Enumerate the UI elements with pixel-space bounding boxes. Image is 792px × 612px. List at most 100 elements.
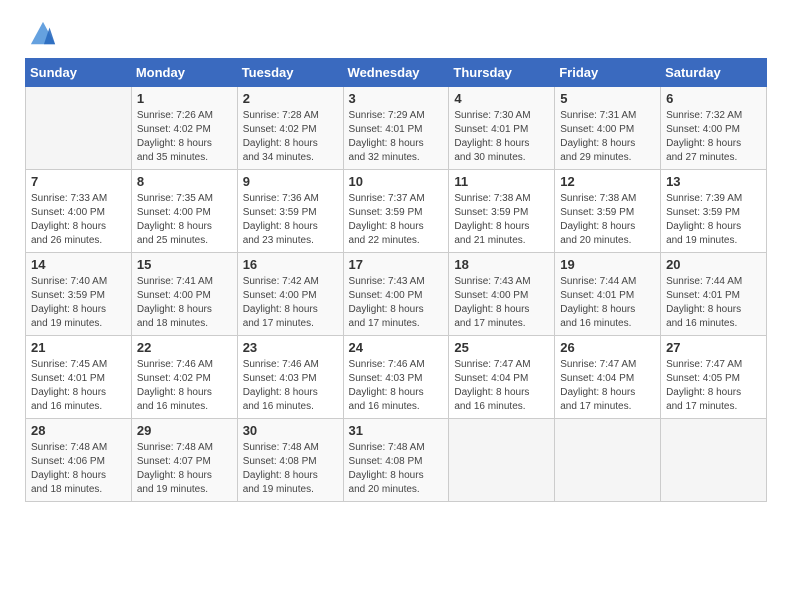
calendar-cell [449,419,555,502]
day-number: 14 [31,257,126,272]
cell-content: Sunrise: 7:47 AM Sunset: 4:04 PM Dayligh… [454,358,549,414]
cell-content: Sunrise: 7:47 AM Sunset: 4:04 PM Dayligh… [560,358,655,414]
cell-content: Sunrise: 7:35 AM Sunset: 4:00 PM Dayligh… [137,192,232,248]
logo [25,20,57,48]
calendar-cell: 4 Sunrise: 7:30 AM Sunset: 4:01 PM Daylig… [449,87,555,170]
header-row: SundayMondayTuesdayWednesdayThursdayFrid… [26,59,767,87]
calendar-cell: 12 Sunrise: 7:38 AM Sunset: 3:59 PM Dayli… [555,170,661,253]
cell-content: Sunrise: 7:45 AM Sunset: 4:01 PM Dayligh… [31,358,126,414]
day-number: 3 [349,91,444,106]
day-number: 19 [560,257,655,272]
day-number: 28 [31,423,126,438]
calendar-cell: 3 Sunrise: 7:29 AM Sunset: 4:01 PM Daylig… [343,87,449,170]
cell-content: Sunrise: 7:47 AM Sunset: 4:05 PM Dayligh… [666,358,761,414]
calendar-cell: 18 Sunrise: 7:43 AM Sunset: 4:00 PM Dayli… [449,253,555,336]
day-number: 4 [454,91,549,106]
cell-content: Sunrise: 7:48 AM Sunset: 4:08 PM Dayligh… [349,441,444,497]
calendar-cell: 10 Sunrise: 7:37 AM Sunset: 3:59 PM Dayli… [343,170,449,253]
calendar-body: 1 Sunrise: 7:26 AM Sunset: 4:02 PM Daylig… [26,87,767,502]
day-number: 18 [454,257,549,272]
calendar-cell: 19 Sunrise: 7:44 AM Sunset: 4:01 PM Dayli… [555,253,661,336]
day-number: 7 [31,174,126,189]
cell-content: Sunrise: 7:32 AM Sunset: 4:00 PM Dayligh… [666,109,761,165]
day-number: 5 [560,91,655,106]
calendar-cell: 1 Sunrise: 7:26 AM Sunset: 4:02 PM Daylig… [131,87,237,170]
cell-content: Sunrise: 7:41 AM Sunset: 4:00 PM Dayligh… [137,275,232,331]
calendar-cell: 21Sunrise: 7:45 AM Sunset: 4:01 PM Dayli… [26,336,132,419]
calendar-cell: 13 Sunrise: 7:39 AM Sunset: 3:59 PM Dayli… [661,170,767,253]
calendar-week-5: 28 Sunrise: 7:48 AM Sunset: 4:06 PM Dayli… [26,419,767,502]
day-number: 15 [137,257,232,272]
calendar-week-2: 7 Sunrise: 7:33 AM Sunset: 4:00 PM Daylig… [26,170,767,253]
day-number: 8 [137,174,232,189]
cell-content: Sunrise: 7:37 AM Sunset: 3:59 PM Dayligh… [349,192,444,248]
cell-content: Sunrise: 7:46 AM Sunset: 4:03 PM Dayligh… [243,358,338,414]
day-number: 26 [560,340,655,355]
calendar-cell: 30 Sunrise: 7:48 AM Sunset: 4:08 PM Dayli… [237,419,343,502]
day-number: 1 [137,91,232,106]
calendar-week-4: 21Sunrise: 7:45 AM Sunset: 4:01 PM Dayli… [26,336,767,419]
header-day-wednesday: Wednesday [343,59,449,87]
calendar-cell: 29 Sunrise: 7:48 AM Sunset: 4:07 PM Dayli… [131,419,237,502]
cell-content: Sunrise: 7:48 AM Sunset: 4:08 PM Dayligh… [243,441,338,497]
day-number: 13 [666,174,761,189]
calendar-cell: 24 Sunrise: 7:46 AM Sunset: 4:03 PM Dayli… [343,336,449,419]
day-number: 27 [666,340,761,355]
cell-content: Sunrise: 7:44 AM Sunset: 4:01 PM Dayligh… [666,275,761,331]
cell-content: Sunrise: 7:48 AM Sunset: 4:06 PM Dayligh… [31,441,126,497]
day-number: 10 [349,174,444,189]
cell-content: Sunrise: 7:30 AM Sunset: 4:01 PM Dayligh… [454,109,549,165]
cell-content: Sunrise: 7:46 AM Sunset: 4:03 PM Dayligh… [349,358,444,414]
day-number: 11 [454,174,549,189]
calendar-header: SundayMondayTuesdayWednesdayThursdayFrid… [26,59,767,87]
cell-content: Sunrise: 7:33 AM Sunset: 4:00 PM Dayligh… [31,192,126,248]
cell-content: Sunrise: 7:38 AM Sunset: 3:59 PM Dayligh… [560,192,655,248]
calendar-cell: 27 Sunrise: 7:47 AM Sunset: 4:05 PM Dayli… [661,336,767,419]
day-number: 6 [666,91,761,106]
calendar-cell [26,87,132,170]
calendar-week-3: 14 Sunrise: 7:40 AM Sunset: 3:59 PM Dayli… [26,253,767,336]
header-day-friday: Friday [555,59,661,87]
day-number: 30 [243,423,338,438]
calendar-cell: 26 Sunrise: 7:47 AM Sunset: 4:04 PM Dayli… [555,336,661,419]
cell-content: Sunrise: 7:43 AM Sunset: 4:00 PM Dayligh… [454,275,549,331]
calendar-cell: 8 Sunrise: 7:35 AM Sunset: 4:00 PM Daylig… [131,170,237,253]
day-number: 17 [349,257,444,272]
calendar-cell: 23 Sunrise: 7:46 AM Sunset: 4:03 PM Dayli… [237,336,343,419]
cell-content: Sunrise: 7:44 AM Sunset: 4:01 PM Dayligh… [560,275,655,331]
calendar-week-1: 1 Sunrise: 7:26 AM Sunset: 4:02 PM Daylig… [26,87,767,170]
cell-content: Sunrise: 7:43 AM Sunset: 4:00 PM Dayligh… [349,275,444,331]
header-day-sunday: Sunday [26,59,132,87]
page-header [25,20,767,48]
calendar-cell: 20 Sunrise: 7:44 AM Sunset: 4:01 PM Dayli… [661,253,767,336]
calendar-cell: 7 Sunrise: 7:33 AM Sunset: 4:00 PM Daylig… [26,170,132,253]
header-day-tuesday: Tuesday [237,59,343,87]
cell-content: Sunrise: 7:40 AM Sunset: 3:59 PM Dayligh… [31,275,126,331]
day-number: 23 [243,340,338,355]
calendar-cell [661,419,767,502]
day-number: 16 [243,257,338,272]
cell-content: Sunrise: 7:28 AM Sunset: 4:02 PM Dayligh… [243,109,338,165]
cell-content: Sunrise: 7:39 AM Sunset: 3:59 PM Dayligh… [666,192,761,248]
cell-content: Sunrise: 7:29 AM Sunset: 4:01 PM Dayligh… [349,109,444,165]
day-number: 12 [560,174,655,189]
day-number: 29 [137,423,232,438]
cell-content: Sunrise: 7:48 AM Sunset: 4:07 PM Dayligh… [137,441,232,497]
day-number: 20 [666,257,761,272]
calendar-cell: 6 Sunrise: 7:32 AM Sunset: 4:00 PM Daylig… [661,87,767,170]
calendar-cell: 22Sunrise: 7:46 AM Sunset: 4:02 PM Dayli… [131,336,237,419]
day-number: 2 [243,91,338,106]
calendar-cell: 25 Sunrise: 7:47 AM Sunset: 4:04 PM Dayli… [449,336,555,419]
cell-content: Sunrise: 7:38 AM Sunset: 3:59 PM Dayligh… [454,192,549,248]
cell-content: Sunrise: 7:36 AM Sunset: 3:59 PM Dayligh… [243,192,338,248]
day-number: 24 [349,340,444,355]
cell-content: Sunrise: 7:42 AM Sunset: 4:00 PM Dayligh… [243,275,338,331]
cell-content: Sunrise: 7:26 AM Sunset: 4:02 PM Dayligh… [137,109,232,165]
day-number: 22 [137,340,232,355]
cell-content: Sunrise: 7:31 AM Sunset: 4:00 PM Dayligh… [560,109,655,165]
day-number: 25 [454,340,549,355]
logo-icon [29,20,57,48]
calendar-cell: 11 Sunrise: 7:38 AM Sunset: 3:59 PM Dayli… [449,170,555,253]
calendar-cell: 14 Sunrise: 7:40 AM Sunset: 3:59 PM Dayli… [26,253,132,336]
day-number: 31 [349,423,444,438]
